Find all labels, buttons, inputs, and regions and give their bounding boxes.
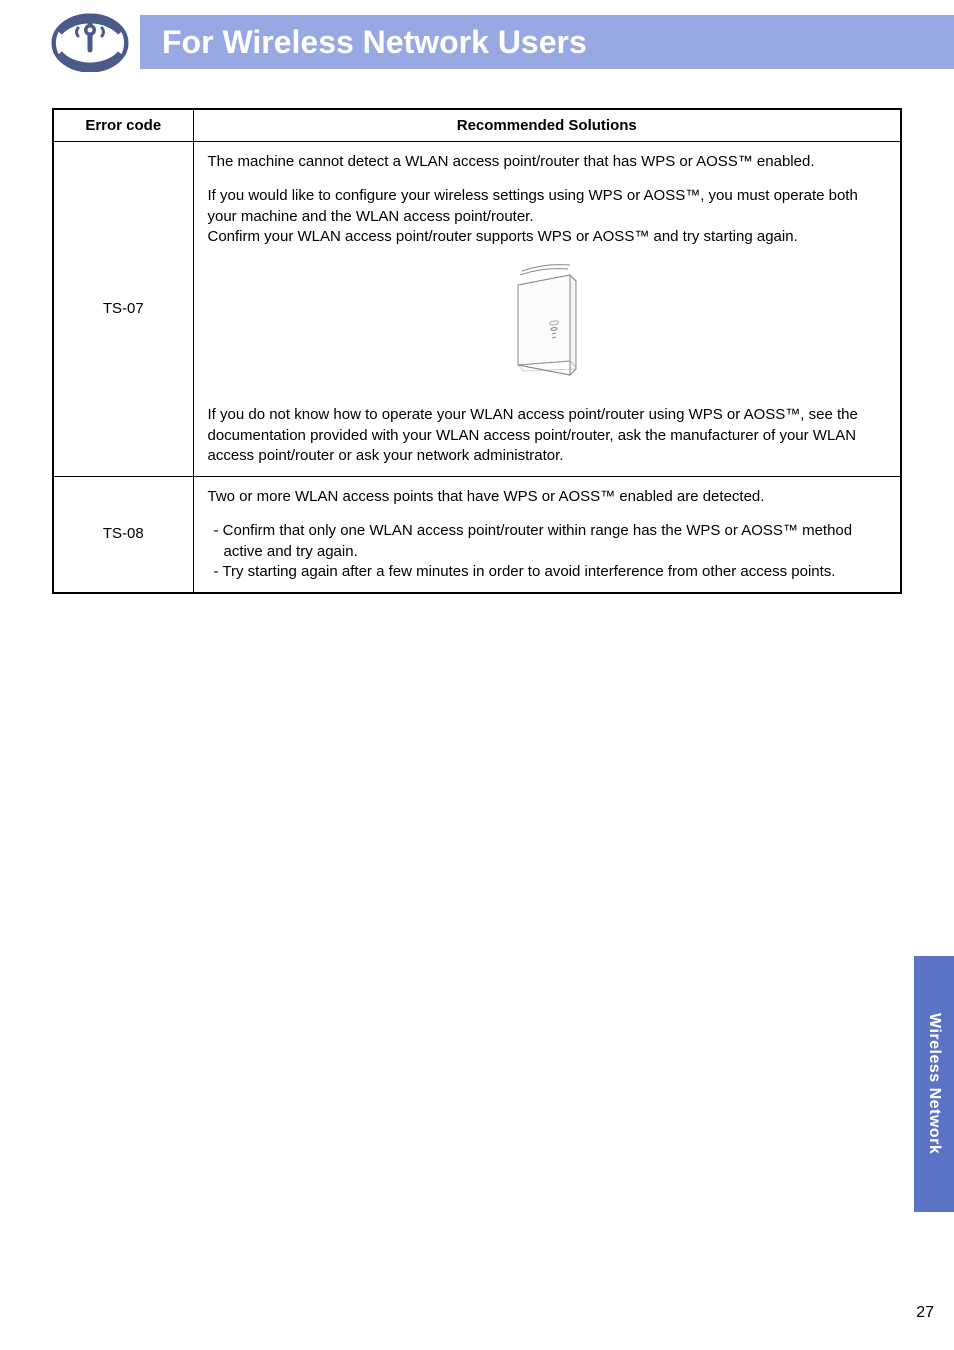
error-code-cell: TS-07: [53, 142, 193, 477]
error-code-cell: TS-08: [53, 477, 193, 594]
solution-text: - Confirm that only one WLAN access poin…: [208, 521, 887, 562]
table-row: TS-07 The machine cannot detect a WLAN a…: [53, 142, 901, 477]
side-tab: Wireless Network: [914, 956, 954, 1212]
page-header: For Wireless Network Users: [140, 15, 954, 69]
wireless-icon: [50, 10, 130, 72]
solution-text: If you do not know how to operate your W…: [208, 405, 887, 466]
solution-list: - Confirm that only one WLAN access poin…: [208, 521, 887, 582]
solution-text: The machine cannot detect a WLAN access …: [208, 152, 887, 172]
page-title: For Wireless Network Users: [162, 24, 587, 61]
solution-cell: Two or more WLAN access points that have…: [193, 477, 901, 594]
table-header-errorcode: Error code: [53, 109, 193, 142]
page-number: 27: [916, 1304, 934, 1322]
error-code-table: Error code Recommended Solutions TS-07 T…: [52, 108, 902, 594]
solution-cell: The machine cannot detect a WLAN access …: [193, 142, 901, 477]
solution-text: - Try starting again after a few minutes…: [208, 562, 887, 582]
table-row: TS-08 Two or more WLAN access points tha…: [53, 477, 901, 594]
solution-text: If you would like to configure your wire…: [208, 186, 887, 247]
router-illustration: [208, 261, 887, 387]
table-header-solutions: Recommended Solutions: [193, 109, 901, 142]
side-tab-label: Wireless Network: [925, 1013, 943, 1154]
solution-text: Two or more WLAN access points that have…: [208, 487, 887, 507]
